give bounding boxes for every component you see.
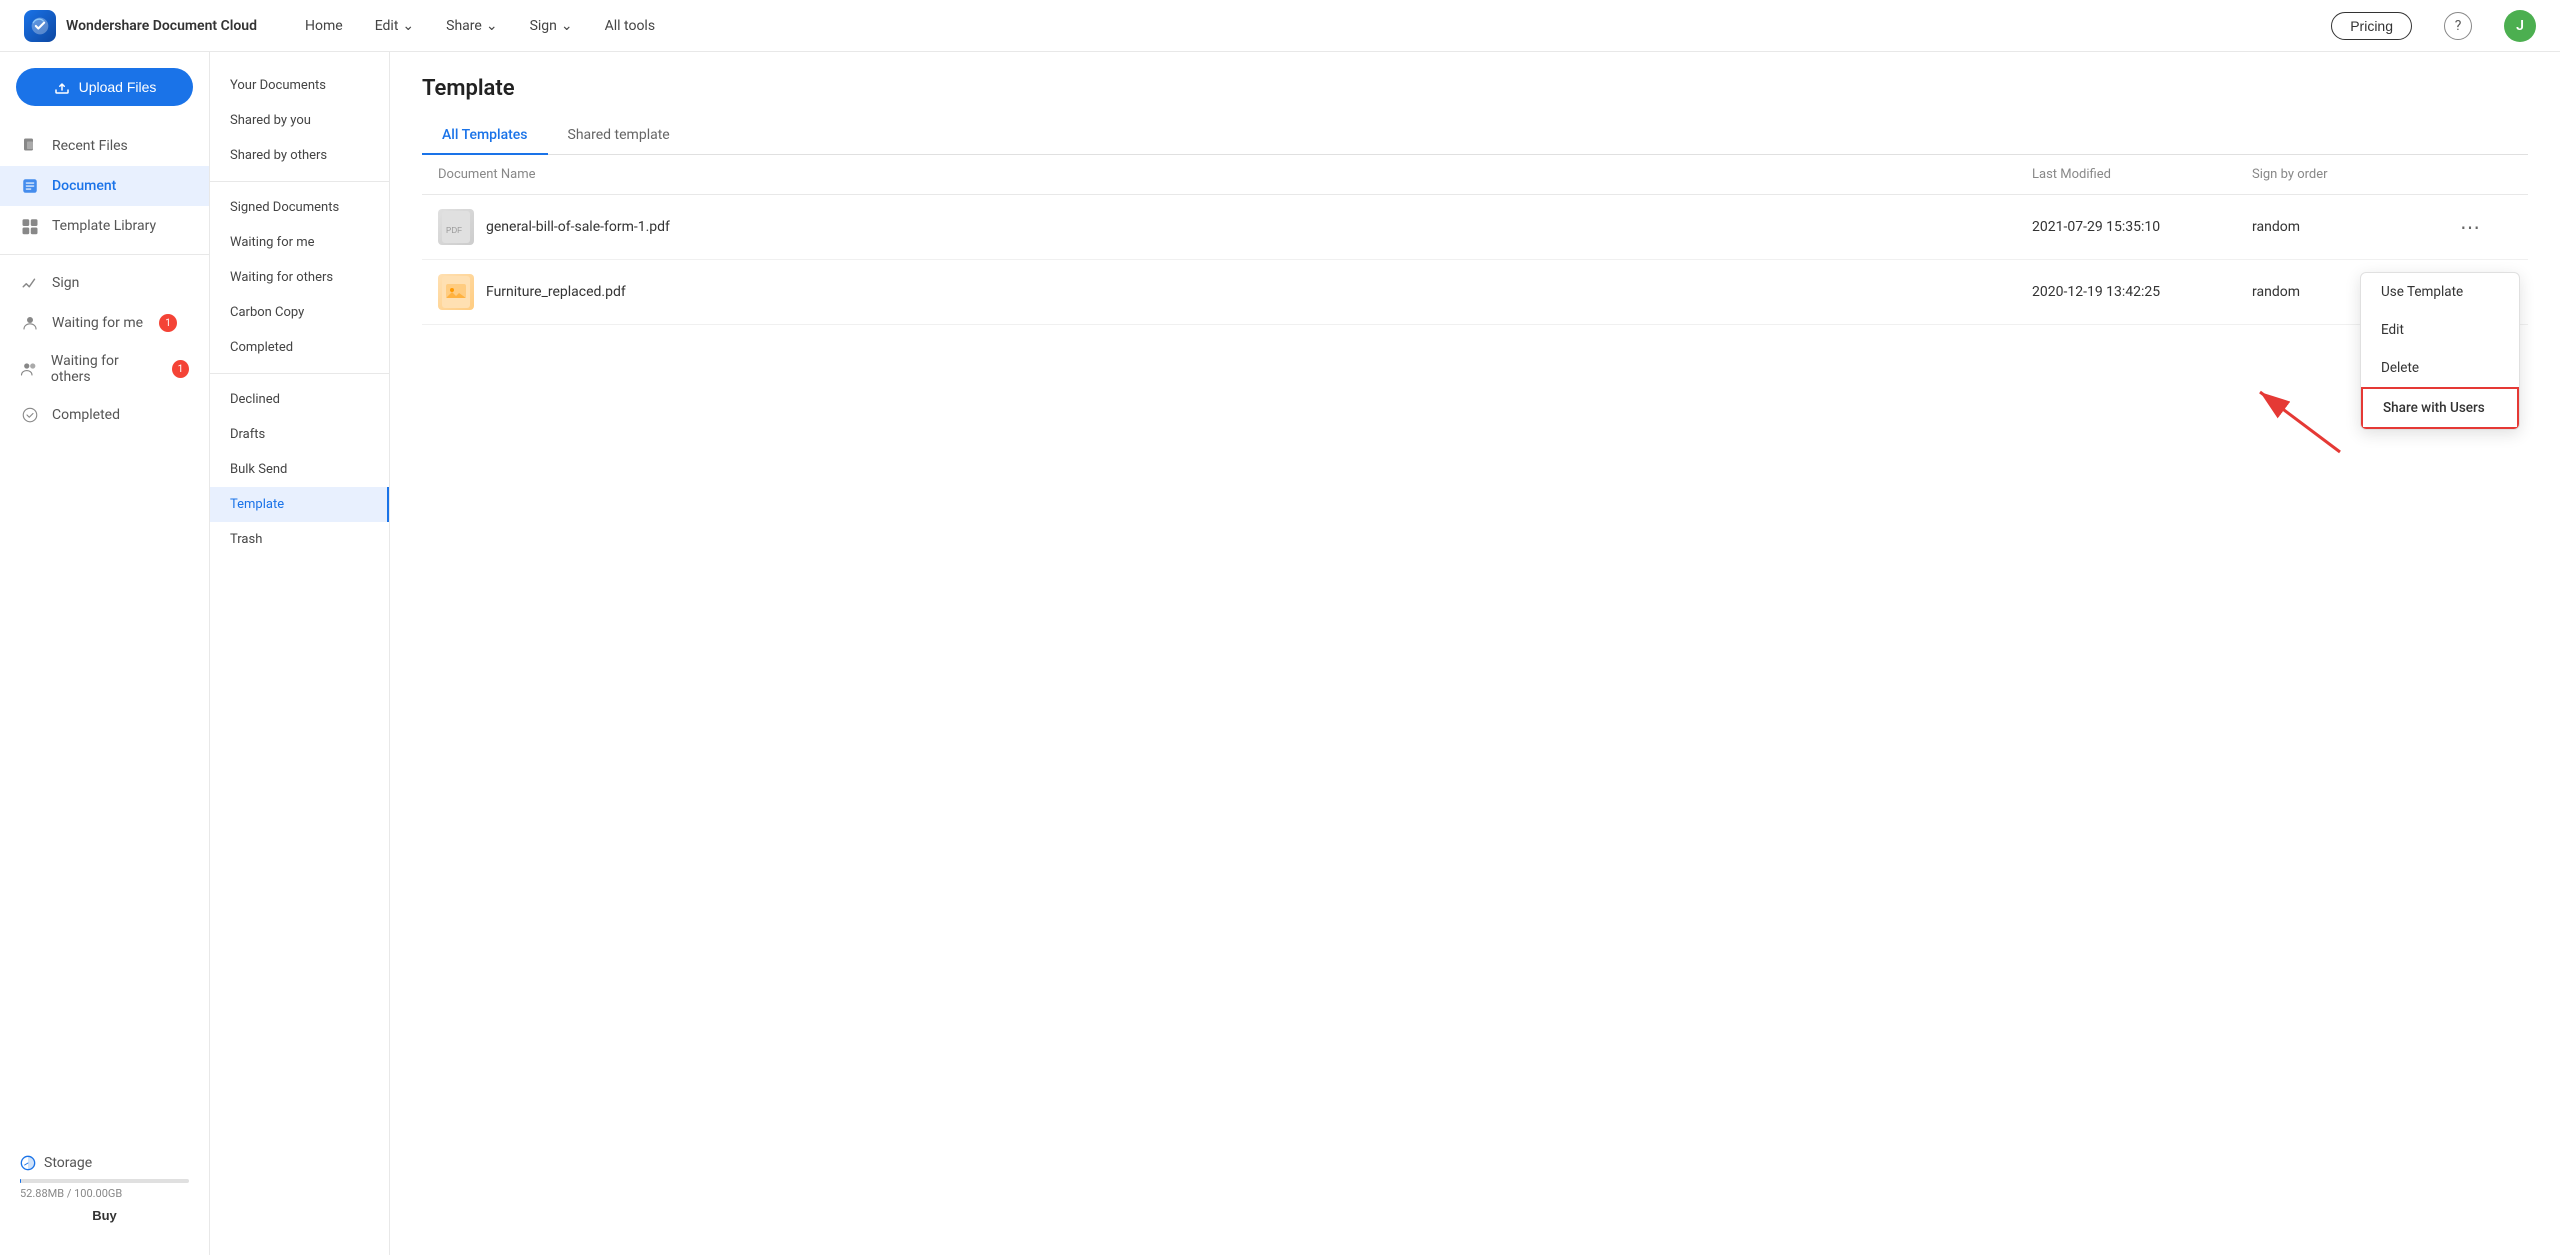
pricing-button[interactable]: Pricing: [2331, 12, 2412, 40]
arrow-annotation: [2230, 382, 2350, 466]
mid-item-your-documents[interactable]: Your Documents: [210, 68, 389, 103]
chevron-down-icon: ⌄: [561, 18, 573, 34]
file-cell: PDF general-bill-of-sale-form-1.pdf: [438, 209, 2032, 245]
waiting-others-icon: [20, 359, 39, 379]
storage-label: Storage: [20, 1155, 189, 1171]
waiting-others-badge: 1: [172, 360, 189, 378]
storage-bar: [20, 1179, 189, 1183]
waiting-me-icon: [20, 313, 40, 333]
avatar[interactable]: J: [2504, 10, 2536, 42]
mid-item-waiting-for-me[interactable]: Waiting for me: [210, 225, 389, 260]
mid-sidebar: Your Documents Shared by you Shared by o…: [210, 52, 390, 1255]
mid-divider-1: [210, 181, 389, 182]
topnav: Wondershare Document Cloud Home Edit ⌄ S…: [0, 0, 2560, 52]
last-modified: 2021-07-29 15:35:10: [2032, 219, 2252, 235]
sidebar-item-recent-files[interactable]: Recent Files: [0, 126, 209, 166]
mid-item-bulk-send[interactable]: Bulk Send: [210, 452, 389, 487]
sidebar-item-waiting-for-others[interactable]: Waiting for others 1: [0, 343, 209, 395]
mid-item-shared-by-you[interactable]: Shared by you: [210, 103, 389, 138]
sidebar-item-completed[interactable]: Completed: [0, 395, 209, 435]
main-layout: Upload Files Recent Files Document Templ…: [0, 52, 2560, 1255]
col-sign-by-order: Sign by order: [2252, 167, 2452, 182]
pdf-file-icon: PDF: [438, 209, 474, 245]
sidebar-item-waiting-for-me[interactable]: Waiting for me 1: [0, 303, 209, 343]
context-menu: Use Template Edit Delete Share with User…: [2360, 272, 2520, 430]
ctx-edit[interactable]: Edit: [2361, 311, 2519, 349]
document-icon: [20, 176, 40, 196]
nav-home[interactable]: Home: [305, 18, 343, 34]
sidebar-item-document[interactable]: Document: [0, 166, 209, 206]
nav-edit[interactable]: Edit ⌄: [375, 18, 414, 34]
mid-item-trash[interactable]: Trash: [210, 522, 389, 557]
table-row[interactable]: Furniture_replaced.pdf 2020-12-19 13:42:…: [422, 260, 2528, 325]
mid-item-template[interactable]: Template: [210, 487, 389, 522]
col-last-modified: Last Modified: [2032, 167, 2252, 182]
mid-item-signed-documents[interactable]: Signed Documents: [210, 190, 389, 225]
tab-all-templates[interactable]: All Templates: [422, 117, 548, 155]
mid-item-carbon-copy[interactable]: Carbon Copy: [210, 295, 389, 330]
storage-section: Storage 52.88MB / 100.00GB Buy: [0, 1139, 209, 1239]
sign-by-order: random: [2252, 219, 2452, 235]
left-sidebar: Upload Files Recent Files Document Templ…: [0, 52, 210, 1255]
file-cell: Furniture_replaced.pdf: [438, 274, 2032, 310]
page-title: Template: [422, 76, 2528, 101]
storage-icon: [20, 1155, 36, 1171]
file-name: general-bill-of-sale-form-1.pdf: [486, 219, 670, 235]
ctx-delete[interactable]: Delete: [2361, 349, 2519, 387]
help-button[interactable]: ?: [2444, 12, 2472, 40]
app-name: Wondershare Document Cloud: [66, 18, 257, 34]
recent-files-icon: [20, 136, 40, 156]
ctx-use-template[interactable]: Use Template: [2361, 273, 2519, 311]
waiting-me-badge: 1: [159, 314, 177, 332]
main-content: Template All Templates Shared template D…: [390, 52, 2560, 1255]
sidebar-item-template-library[interactable]: Template Library: [0, 206, 209, 246]
buy-button[interactable]: Buy: [20, 1208, 189, 1223]
sidebar-item-sign[interactable]: Sign: [0, 263, 209, 303]
upload-button[interactable]: Upload Files: [16, 68, 193, 106]
ctx-share-with-users[interactable]: Share with Users: [2361, 387, 2519, 429]
col-actions: [2452, 167, 2512, 182]
logo-icon: [24, 10, 56, 42]
tabs: All Templates Shared template: [422, 117, 2528, 155]
more-options-button[interactable]: ⋯: [2452, 211, 2512, 244]
sidebar-divider: [0, 254, 209, 255]
logo-area: Wondershare Document Cloud: [24, 10, 257, 42]
mid-divider-2: [210, 373, 389, 374]
mid-item-declined[interactable]: Declined: [210, 382, 389, 417]
nav-sign[interactable]: Sign ⌄: [530, 18, 573, 34]
template-library-icon: [20, 216, 40, 236]
nav-all-tools[interactable]: All tools: [605, 18, 655, 34]
mid-item-completed[interactable]: Completed: [210, 330, 389, 365]
table-header: Document Name Last Modified Sign by orde…: [422, 155, 2528, 195]
chevron-down-icon: ⌄: [402, 18, 414, 34]
mid-item-drafts[interactable]: Drafts: [210, 417, 389, 452]
table-row[interactable]: PDF general-bill-of-sale-form-1.pdf 2021…: [422, 195, 2528, 260]
mid-item-shared-by-others[interactable]: Shared by others: [210, 138, 389, 173]
completed-icon: [20, 405, 40, 425]
tab-shared-template[interactable]: Shared template: [548, 117, 690, 155]
sign-icon: [20, 273, 40, 293]
last-modified: 2020-12-19 13:42:25: [2032, 284, 2252, 300]
nav-share[interactable]: Share ⌄: [446, 18, 497, 34]
mid-item-waiting-for-others[interactable]: Waiting for others: [210, 260, 389, 295]
col-document-name: Document Name: [438, 167, 2032, 182]
storage-used: 52.88MB / 100.00GB: [20, 1187, 189, 1200]
chevron-down-icon: ⌄: [486, 18, 498, 34]
img-file-icon: [438, 274, 474, 310]
file-name: Furniture_replaced.pdf: [486, 284, 626, 300]
svg-text:PDF: PDF: [446, 226, 462, 235]
